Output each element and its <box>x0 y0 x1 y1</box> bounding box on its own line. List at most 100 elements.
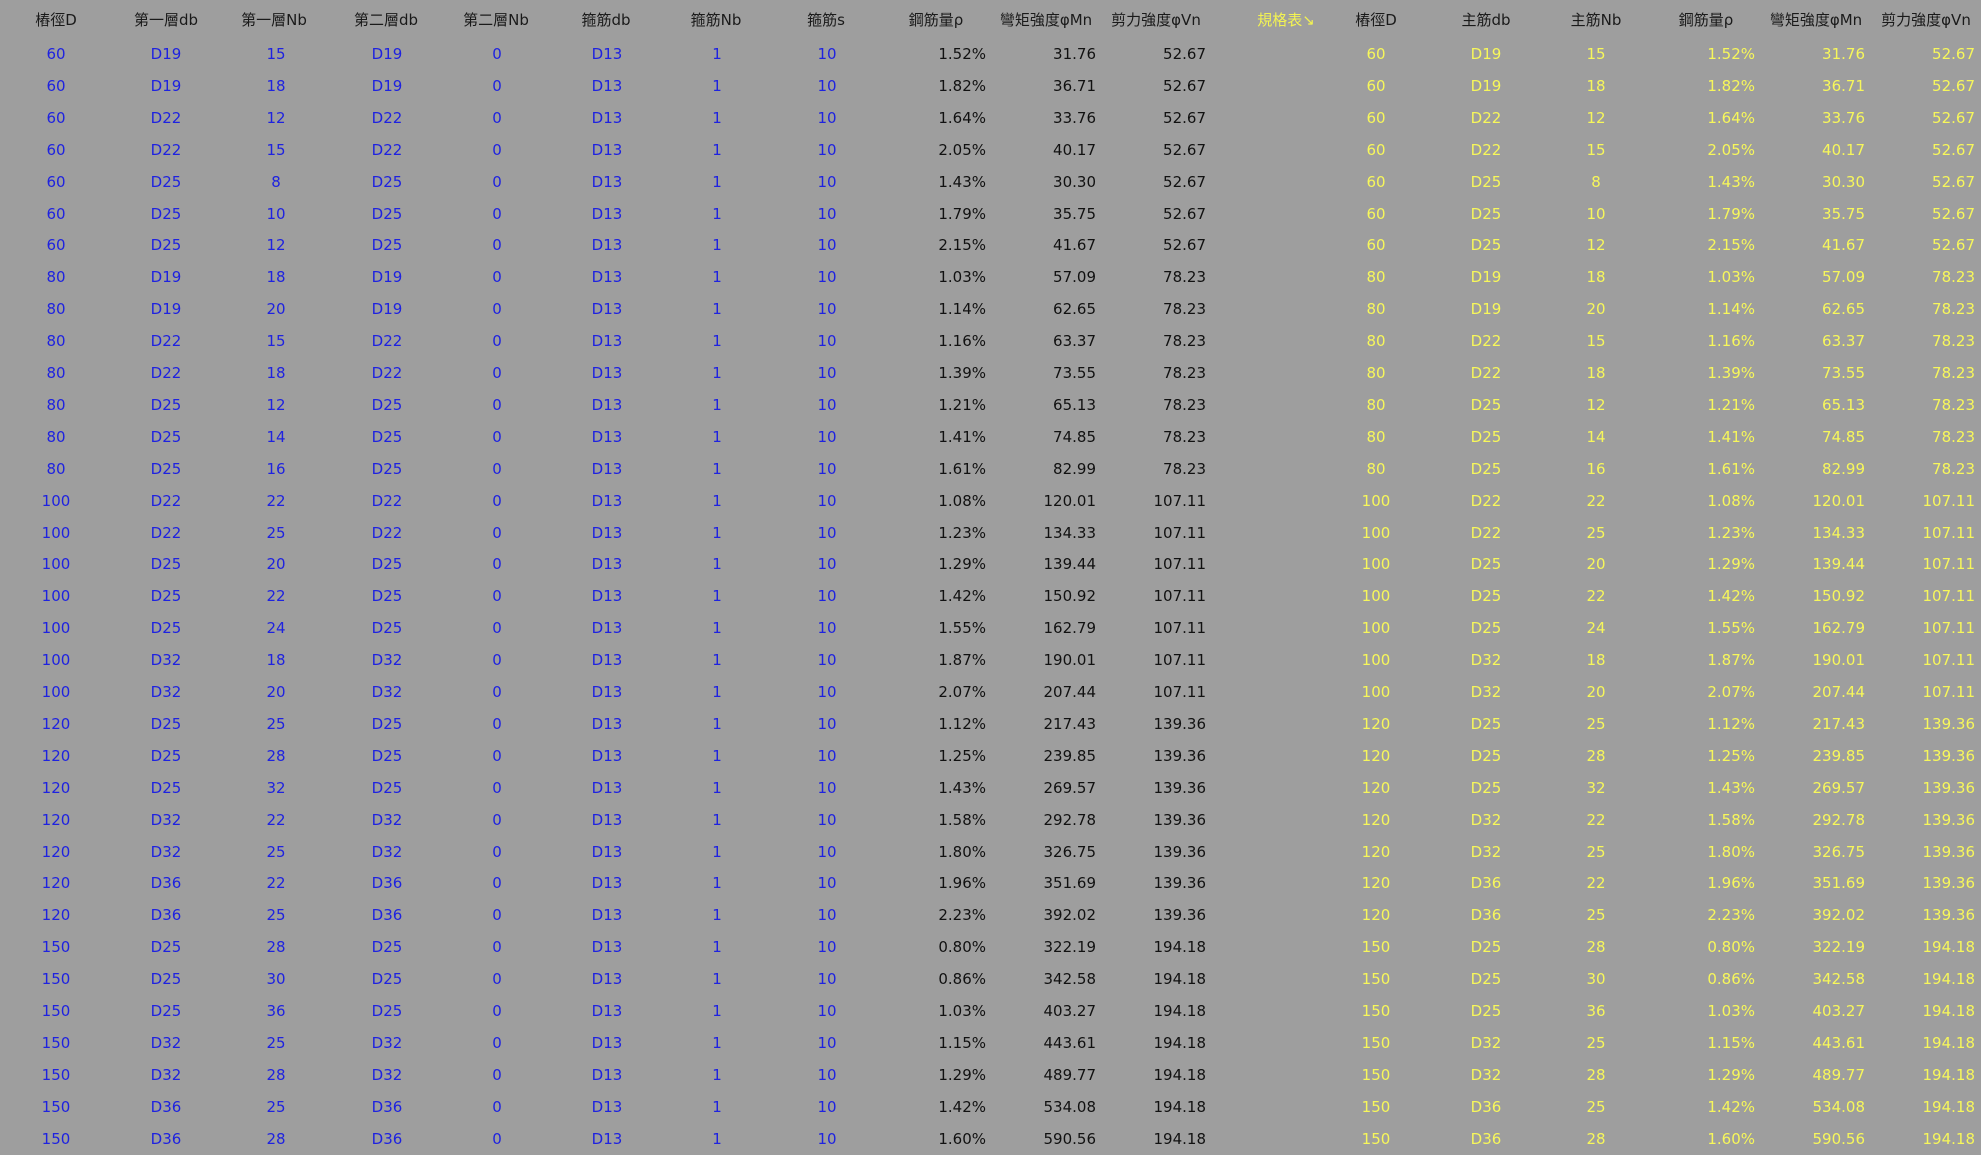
cell-stirrup-s[interactable]: 10 <box>772 229 882 261</box>
cell-steel-ratio[interactable]: 1.23% <box>882 517 992 549</box>
cell-spec-pile-diameter[interactable]: 150 <box>1321 1091 1431 1123</box>
cell-layer1-nb[interactable]: 20 <box>220 293 332 325</box>
cell-spec-main-nb[interactable]: 18 <box>1541 70 1651 102</box>
cell-layer1-nb[interactable]: 12 <box>220 102 332 134</box>
cell-steel-ratio[interactable]: 0.80% <box>882 931 992 963</box>
cell-shear-strength[interactable]: 107.11 <box>1102 548 1212 580</box>
cell-spec-steel-ratio[interactable]: 1.52% <box>1651 38 1761 70</box>
cell-spec-main-nb[interactable]: 22 <box>1541 804 1651 836</box>
cell-layer2-db[interactable]: D25 <box>332 198 442 230</box>
cell-steel-ratio[interactable]: 1.21% <box>882 389 992 421</box>
cell-stirrup-db[interactable]: D13 <box>552 102 662 134</box>
header-steel-ratio[interactable]: 鋼筋量ρ <box>881 4 991 36</box>
cell-spec-moment-strength[interactable]: 134.33 <box>1761 517 1871 549</box>
cell-moment-strength[interactable]: 41.67 <box>992 229 1102 261</box>
cell-spec-steel-ratio[interactable]: 1.41% <box>1651 421 1761 453</box>
cell-stirrup-s[interactable]: 10 <box>772 38 882 70</box>
cell-stirrup-db[interactable]: D13 <box>552 453 662 485</box>
cell-layer1-nb[interactable]: 15 <box>220 38 332 70</box>
cell-shear-strength[interactable]: 139.36 <box>1102 867 1212 899</box>
cell-layer2-nb[interactable]: 0 <box>442 963 552 995</box>
cell-layer2-nb[interactable]: 0 <box>442 38 552 70</box>
cell-pile-diameter[interactable]: 120 <box>0 708 112 740</box>
cell-stirrup-s[interactable]: 10 <box>772 1027 882 1059</box>
header-spec-shear-strength[interactable]: 剪力強度φVn <box>1871 4 1981 36</box>
cell-spec-steel-ratio[interactable]: 1.96% <box>1651 867 1761 899</box>
cell-layer2-nb[interactable]: 0 <box>442 931 552 963</box>
cell-moment-strength[interactable]: 73.55 <box>992 357 1102 389</box>
cell-spec-main-nb[interactable]: 28 <box>1541 1123 1651 1155</box>
cell-layer1-db[interactable]: D22 <box>112 485 220 517</box>
header-layer2-nb[interactable]: 第二層Nb <box>441 4 551 36</box>
cell-spec-main-nb[interactable]: 14 <box>1541 421 1651 453</box>
cell-layer1-nb[interactable]: 12 <box>220 229 332 261</box>
cell-moment-strength[interactable]: 322.19 <box>992 931 1102 963</box>
cell-spec-shear-strength[interactable]: 107.11 <box>1871 644 1981 676</box>
cell-spec-pile-diameter[interactable]: 100 <box>1321 612 1431 644</box>
cell-layer1-db[interactable]: D36 <box>112 899 220 931</box>
cell-layer2-nb[interactable]: 0 <box>442 198 552 230</box>
cell-stirrup-db[interactable]: D13 <box>552 612 662 644</box>
cell-spec-moment-strength[interactable]: 489.77 <box>1761 1059 1871 1091</box>
cell-layer2-db[interactable]: D25 <box>332 229 442 261</box>
cell-stirrup-s[interactable]: 10 <box>772 166 882 198</box>
cell-layer1-nb[interactable]: 25 <box>220 836 332 868</box>
cell-pile-diameter[interactable]: 100 <box>0 517 112 549</box>
cell-stirrup-db[interactable]: D13 <box>552 931 662 963</box>
cell-moment-strength[interactable]: 33.76 <box>992 102 1102 134</box>
cell-stirrup-s[interactable]: 10 <box>772 963 882 995</box>
cell-layer2-db[interactable]: D32 <box>332 676 442 708</box>
cell-spec-steel-ratio[interactable]: 1.08% <box>1651 485 1761 517</box>
cell-layer2-db[interactable]: D32 <box>332 804 442 836</box>
cell-steel-ratio[interactable]: 1.16% <box>882 325 992 357</box>
cell-stirrup-db[interactable]: D13 <box>552 1091 662 1123</box>
cell-layer2-nb[interactable]: 0 <box>442 995 552 1027</box>
cell-layer2-db[interactable]: D19 <box>332 70 442 102</box>
cell-layer2-db[interactable]: D25 <box>332 740 442 772</box>
cell-pile-diameter[interactable]: 120 <box>0 836 112 868</box>
cell-spec-moment-strength[interactable]: 150.92 <box>1761 580 1871 612</box>
cell-spec-shear-strength[interactable]: 52.67 <box>1871 38 1981 70</box>
cell-layer1-db[interactable]: D25 <box>112 995 220 1027</box>
cell-spec-pile-diameter[interactable]: 60 <box>1321 166 1431 198</box>
cell-moment-strength[interactable]: 190.01 <box>992 644 1102 676</box>
cell-steel-ratio[interactable]: 1.58% <box>882 804 992 836</box>
cell-layer1-db[interactable]: D22 <box>112 517 220 549</box>
cell-stirrup-db[interactable]: D13 <box>552 804 662 836</box>
cell-layer2-nb[interactable]: 0 <box>442 517 552 549</box>
cell-steel-ratio[interactable]: 1.61% <box>882 453 992 485</box>
cell-stirrup-db[interactable]: D13 <box>552 740 662 772</box>
cell-pile-diameter[interactable]: 100 <box>0 676 112 708</box>
cell-stirrup-db[interactable]: D13 <box>552 548 662 580</box>
cell-layer2-db[interactable]: D19 <box>332 293 442 325</box>
cell-steel-ratio[interactable]: 1.08% <box>882 485 992 517</box>
cell-stirrup-s[interactable]: 10 <box>772 1091 882 1123</box>
cell-spec-pile-diameter[interactable]: 150 <box>1321 1027 1431 1059</box>
cell-pile-diameter[interactable]: 100 <box>0 644 112 676</box>
header-spec-main-db[interactable]: 主筋db <box>1431 4 1541 36</box>
cell-pile-diameter[interactable]: 100 <box>0 580 112 612</box>
cell-shear-strength[interactable]: 78.23 <box>1102 389 1212 421</box>
cell-steel-ratio[interactable]: 1.12% <box>882 708 992 740</box>
cell-stirrup-db[interactable]: D13 <box>552 357 662 389</box>
cell-spec-steel-ratio[interactable]: 1.82% <box>1651 70 1761 102</box>
cell-layer2-nb[interactable]: 0 <box>442 1091 552 1123</box>
cell-layer2-db[interactable]: D36 <box>332 1123 442 1155</box>
cell-moment-strength[interactable]: 162.79 <box>992 612 1102 644</box>
cell-stirrup-s[interactable]: 10 <box>772 899 882 931</box>
cell-stirrup-nb[interactable]: 1 <box>662 38 772 70</box>
cell-shear-strength[interactable]: 194.18 <box>1102 1123 1212 1155</box>
cell-shear-strength[interactable]: 78.23 <box>1102 421 1212 453</box>
cell-spec-main-nb[interactable]: 8 <box>1541 166 1651 198</box>
cell-layer2-db[interactable]: D32 <box>332 1059 442 1091</box>
cell-spec-shear-strength[interactable]: 139.36 <box>1871 772 1981 804</box>
cell-shear-strength[interactable]: 107.11 <box>1102 580 1212 612</box>
cell-spec-pile-diameter[interactable]: 150 <box>1321 1123 1431 1155</box>
cell-moment-strength[interactable]: 150.92 <box>992 580 1102 612</box>
cell-shear-strength[interactable]: 139.36 <box>1102 772 1212 804</box>
cell-spec-shear-strength[interactable]: 107.11 <box>1871 580 1981 612</box>
cell-steel-ratio[interactable]: 1.52% <box>882 38 992 70</box>
cell-layer1-nb[interactable]: 20 <box>220 676 332 708</box>
cell-layer1-db[interactable]: D22 <box>112 357 220 389</box>
cell-shear-strength[interactable]: 194.18 <box>1102 963 1212 995</box>
